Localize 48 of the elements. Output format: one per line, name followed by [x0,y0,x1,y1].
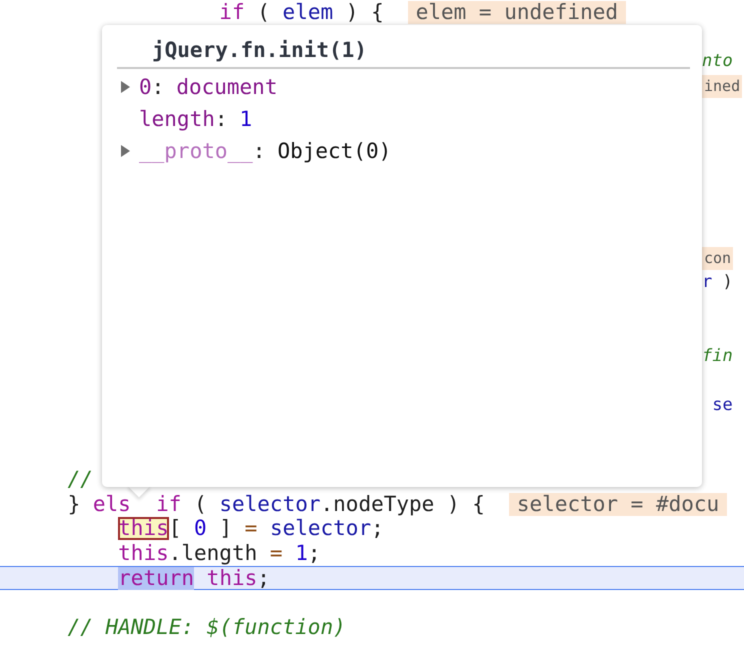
code-text: } [68,492,82,516]
code-identifier: se [712,394,733,418]
property-separator: : [214,107,228,131]
inline-value: elem = undefined [408,0,626,24]
code-identifier: r [702,271,712,294]
code-keyword: if [156,492,182,516]
property-value: 1 [240,107,252,131]
code-operator: = [244,517,258,540]
property-name: 0 [139,75,152,99]
code-text: ; [257,567,270,590]
property-name: __proto__ [139,139,253,163]
popover-title: jQuery.fn.init(1) [151,37,368,64]
code-text: ) [722,271,733,294]
inline-value: selector = #docu [508,492,728,516]
code-comment: // HANDLE: $(function) [68,616,346,639]
code-text: ; [308,542,321,565]
code-text: ( [194,492,208,516]
code-identifier: elem [282,0,334,24]
inline-value: con [702,246,734,270]
code-identifier: selector [219,492,321,516]
property-value: document [176,75,278,99]
code-text: .nodeType ) { [320,492,485,516]
code-keyword: if [219,0,245,24]
code-number: 1 [295,542,308,565]
code-identifier: selector [270,517,372,540]
property-value: Object(0) [277,139,392,163]
selected-code: return [118,567,194,590]
code-comment: // [68,468,93,492]
code-text: ( [257,0,271,24]
code-text: .length [168,542,258,565]
code-text: ] [219,517,233,540]
code-comment: nto [702,50,733,73]
code-text: ) { [346,0,384,24]
code-keyword: els [92,492,131,516]
inline-value: ined [702,74,742,98]
property-separator: : [252,139,266,163]
code-keyword: this [206,567,258,590]
code-keyword: this [118,542,169,565]
code-text: ; [371,517,384,540]
code-number: 0 [194,517,207,540]
expand-triangle-icon[interactable] [120,144,131,158]
evaluated-expression: this [118,517,169,540]
code-text: [ [168,517,182,540]
code-comment: fin [702,345,733,368]
property-separator: : [152,75,164,99]
property-name: length [139,107,215,131]
code-operator: = [270,542,283,565]
expand-triangle-icon[interactable] [120,80,131,94]
